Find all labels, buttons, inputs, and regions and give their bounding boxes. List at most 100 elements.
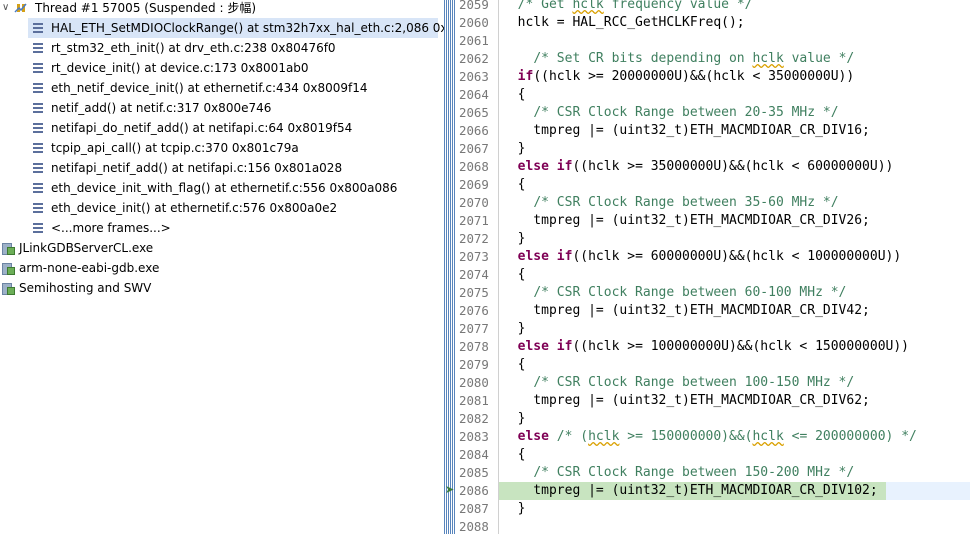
code-line[interactable]: tmpreg |= (uint32_t)ETH_MACMDIOAR_CR_DIV… — [499, 302, 970, 320]
stack-frame-icon — [33, 23, 43, 33]
line-number: 2083 — [459, 429, 489, 444]
line-number-gutter: 2059 2060 2061 2062 2063 2064 2065 2066 2067 2068… — [456, 0, 499, 534]
code-line[interactable]: /* CSR Clock Range between 150-200 MHz *… — [499, 464, 970, 482]
line-number: 2063 — [459, 69, 489, 84]
line-number: 2079 — [459, 357, 489, 372]
line-number: 2074 — [459, 267, 489, 282]
stack-frame-label: rt_stm32_eth_init() at drv_eth.c:238 0x8… — [51, 41, 336, 55]
code-line[interactable]: /* CSR Clock Range between 60-100 MHz */ — [499, 284, 970, 302]
code-line[interactable] — [499, 518, 970, 534]
stack-frame-icon — [33, 123, 43, 133]
process-label: JLinkGDBServerCL.exe — [19, 241, 154, 255]
process-icon — [2, 262, 15, 275]
code-line[interactable]: { — [499, 446, 970, 464]
line-number: 2061 — [459, 33, 489, 48]
line-number: 2088 — [459, 519, 489, 534]
stack-frame-label: eth_netif_device_init() at ethernetif.c:… — [51, 81, 368, 95]
line-number: 2069 — [459, 177, 489, 192]
line-number: 2066 — [459, 123, 489, 138]
line-number: 2062 — [459, 51, 489, 66]
code-line[interactable]: } — [499, 320, 970, 338]
code-line[interactable]: /* Set CR bits depending on hclk value *… — [499, 50, 970, 68]
stack-frame-icon — [33, 83, 43, 93]
stack-frame-row[interactable]: HAL_ETH_SetMDIOClockRange() at stm32h7xx… — [28, 18, 444, 38]
stack-frame-label: eth_device_init_with_flag() at etherneti… — [51, 181, 398, 195]
line-number: 2076 — [459, 303, 489, 318]
code-line[interactable]: { — [499, 176, 970, 194]
code-line[interactable] — [499, 32, 970, 50]
stack-frame-row[interactable]: rt_device_init() at device.c:173 0x8001a… — [28, 58, 428, 78]
stack-frame-label: netif_add() at netif.c:317 0x800e746 — [51, 101, 272, 115]
code-line[interactable]: /* CSR Clock Range between 20-35 MHz */ — [499, 104, 970, 122]
line-number: 2082 — [459, 411, 489, 426]
code-line[interactable]: tmpreg |= (uint32_t)ETH_MACMDIOAR_CR_DIV… — [499, 392, 970, 410]
stack-frame-icon — [33, 203, 43, 213]
code-editor[interactable]: /* Get hclk frequency value */ hclk = HA… — [499, 0, 970, 534]
code-line[interactable]: { — [499, 266, 970, 284]
code-line[interactable]: else if((hclk >= 60000000U)&&(hclk < 100… — [499, 248, 970, 266]
line-number: 2072 — [459, 231, 489, 246]
code-line[interactable]: else if((hclk >= 100000000U)&&(hclk < 15… — [499, 338, 970, 356]
line-number: 2080 — [459, 375, 489, 390]
stack-frame-row[interactable]: <...more frames...> — [28, 218, 428, 238]
line-number: 2060 — [459, 15, 489, 30]
process-label: Semihosting and SWV — [19, 281, 152, 295]
code-line[interactable]: /* Get hclk frequency value */ — [499, 0, 970, 14]
stack-frame-label: tcpip_api_call() at tcpip.c:370 0x801c79… — [51, 141, 299, 155]
code-line[interactable]: } — [499, 410, 970, 428]
line-number: 2085 — [459, 465, 489, 480]
line-number: 2070 — [459, 195, 489, 210]
line-number: 2073 — [459, 249, 489, 264]
line-number: 2084 — [459, 447, 489, 462]
line-number: 2081 — [459, 393, 489, 408]
code-line[interactable]: else if((hclk >= 35000000U)&&(hclk < 600… — [499, 158, 970, 176]
line-number: 2059 — [459, 0, 489, 12]
code-line[interactable]: tmpreg |= (uint32_t)ETH_MACMDIOAR_CR_DIV… — [499, 122, 970, 140]
code-line[interactable]: { — [499, 356, 970, 374]
line-number: 2064 — [459, 87, 489, 102]
line-number: 2071 — [459, 213, 489, 228]
line-number: 2075 — [459, 285, 489, 300]
thread-suspended-icon — [14, 3, 27, 13]
line-number: 2078 — [459, 339, 489, 354]
stack-frame-label: eth_device_init() at ethernetif.c:576 0x… — [51, 201, 338, 215]
code-line[interactable]: /* CSR Clock Range between 35-60 MHz */ — [499, 194, 970, 212]
process-icon — [2, 242, 15, 255]
stack-frame-row[interactable]: tcpip_api_call() at tcpip.c:370 0x801c79… — [28, 138, 428, 158]
line-number: 2068 — [459, 159, 489, 174]
line-number: 2087 — [459, 501, 489, 516]
stack-frame-icon — [33, 43, 43, 53]
code-line[interactable]: } — [499, 140, 970, 158]
pane-splitter[interactable] — [444, 0, 456, 534]
code-line[interactable]: } — [499, 500, 970, 518]
code-line[interactable]: } — [499, 230, 970, 248]
stack-frame-label: rt_device_init() at device.c:173 0x8001a… — [51, 61, 309, 75]
code-line[interactable]: if((hclk >= 20000000U)&&(hclk < 35000000… — [499, 68, 970, 86]
line-number: 2065 — [459, 105, 489, 120]
stack-frame-label: HAL_ETH_SetMDIOClockRange() at stm32h7xx… — [51, 21, 444, 35]
chevron-down-icon[interactable]: ∨ — [2, 0, 9, 18]
stack-frame-row[interactable]: eth_device_init_with_flag() at etherneti… — [28, 178, 428, 198]
stack-frame-row[interactable]: netifapi_netif_add() at netifapi.c:156 0… — [28, 158, 428, 178]
stack-frame-icon — [33, 223, 43, 233]
stack-frame-row[interactable]: eth_device_init() at ethernetif.c:576 0x… — [28, 198, 428, 218]
code-line[interactable]: else /* (hclk >= 150000000)&&(hclk <= 20… — [499, 428, 970, 446]
line-number: 2067 — [459, 141, 489, 156]
process-label: arm-none-eabi-gdb.exe — [19, 261, 160, 275]
stack-frame-row[interactable]: rt_stm32_eth_init() at drv_eth.c:238 0x8… — [28, 38, 428, 58]
stack-frame-row[interactable]: netifapi_do_netif_add() at netifapi.c:64… — [28, 118, 428, 138]
code-line[interactable]: /* CSR Clock Range between 100-150 MHz *… — [499, 374, 970, 392]
stack-frame-label: netifapi_do_netif_add() at netifapi.c:64… — [51, 121, 353, 135]
code-line[interactable]: hclk = HAL_RCC_GetHCLKFreq(); — [499, 14, 970, 32]
thread-row[interactable]: ∨ Thread #1 57005 (Suspended : 步幅) — [0, 0, 444, 18]
code-line[interactable]: { — [499, 86, 970, 104]
debug-view: ∨ Thread #1 57005 (Suspended : 步幅) HAL_E… — [0, 0, 444, 534]
code-line[interactable]: tmpreg |= (uint32_t)ETH_MACMDIOAR_CR_DIV… — [499, 212, 970, 230]
instruction-pointer-icon: ➤ — [445, 483, 455, 496]
stack-frame-icon — [33, 143, 43, 153]
stack-frame-row[interactable]: netif_add() at netif.c:317 0x800e746 — [28, 98, 428, 118]
stack-frame-label: netifapi_netif_add() at netifapi.c:156 0… — [51, 161, 343, 175]
line-number: 2086 — [459, 483, 489, 498]
code-line-current[interactable]: tmpreg |= (uint32_t)ETH_MACMDIOAR_CR_DIV… — [499, 482, 886, 500]
stack-frame-row[interactable]: eth_netif_device_init() at ethernetif.c:… — [28, 78, 428, 98]
